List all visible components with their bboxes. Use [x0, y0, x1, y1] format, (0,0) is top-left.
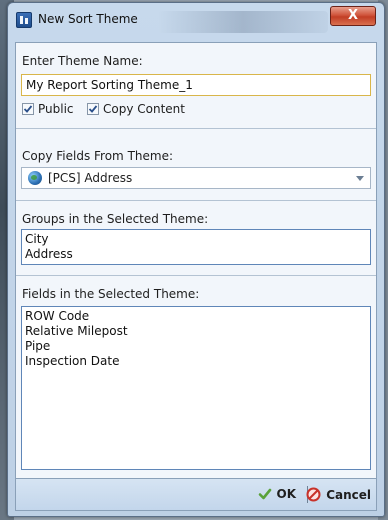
list-item[interactable]: Address [25, 247, 367, 262]
chevron-down-icon[interactable] [356, 176, 364, 181]
title-bar-glass [158, 11, 328, 33]
list-item[interactable]: Pipe [25, 339, 367, 354]
theme-name-label: Enter Theme Name: [22, 54, 143, 68]
ok-label: OK [276, 487, 297, 501]
fields-listbox[interactable]: ROW Code Relative Milepost Pipe Inspecti… [21, 306, 371, 470]
checkmark-icon [258, 488, 271, 500]
copy-fields-selected: [PCS] Address [48, 171, 133, 185]
section-divider [16, 200, 376, 201]
ok-button[interactable]: OK [258, 487, 297, 501]
new-sort-theme-dialog: New Sort Theme X Enter Theme Name: Publi… [7, 2, 385, 517]
dialog-footer: OK Cancel [15, 479, 377, 511]
list-item[interactable]: ROW Code [25, 309, 367, 324]
checkbox-public-box[interactable] [22, 103, 34, 115]
list-item[interactable]: City [25, 232, 367, 247]
globe-icon [28, 171, 42, 185]
list-item[interactable]: Relative Milepost [25, 324, 367, 339]
copy-fields-label: Copy Fields From Theme: [22, 149, 173, 163]
theme-name-input[interactable] [21, 74, 371, 96]
checkmark-icon [88, 105, 98, 113]
cancel-icon [306, 487, 321, 502]
groups-listbox[interactable]: City Address [21, 229, 371, 265]
section-divider [16, 275, 376, 276]
copy-fields-combobox[interactable]: [PCS] Address [21, 167, 371, 189]
dialog-content: Enter Theme Name: Public Copy Content Co… [15, 42, 377, 479]
checkbox-copy-content-box[interactable] [87, 103, 99, 115]
app-icon [16, 12, 32, 28]
public-checkbox[interactable]: Public [22, 102, 74, 116]
copy-content-label: Copy Content [103, 102, 185, 116]
list-item[interactable]: Inspection Date [25, 354, 367, 369]
cancel-button[interactable]: Cancel [306, 487, 371, 502]
groups-label: Groups in the Selected Theme: [22, 212, 209, 226]
public-label: Public [38, 102, 74, 116]
cancel-label: Cancel [326, 487, 371, 502]
section-divider [16, 128, 376, 129]
copy-content-checkbox[interactable]: Copy Content [87, 102, 185, 116]
checkmark-icon [23, 105, 33, 113]
window-title: New Sort Theme [38, 12, 138, 26]
title-bar[interactable]: New Sort Theme X [8, 3, 384, 43]
fields-label: Fields in the Selected Theme: [22, 287, 200, 301]
close-button[interactable]: X [330, 6, 376, 26]
